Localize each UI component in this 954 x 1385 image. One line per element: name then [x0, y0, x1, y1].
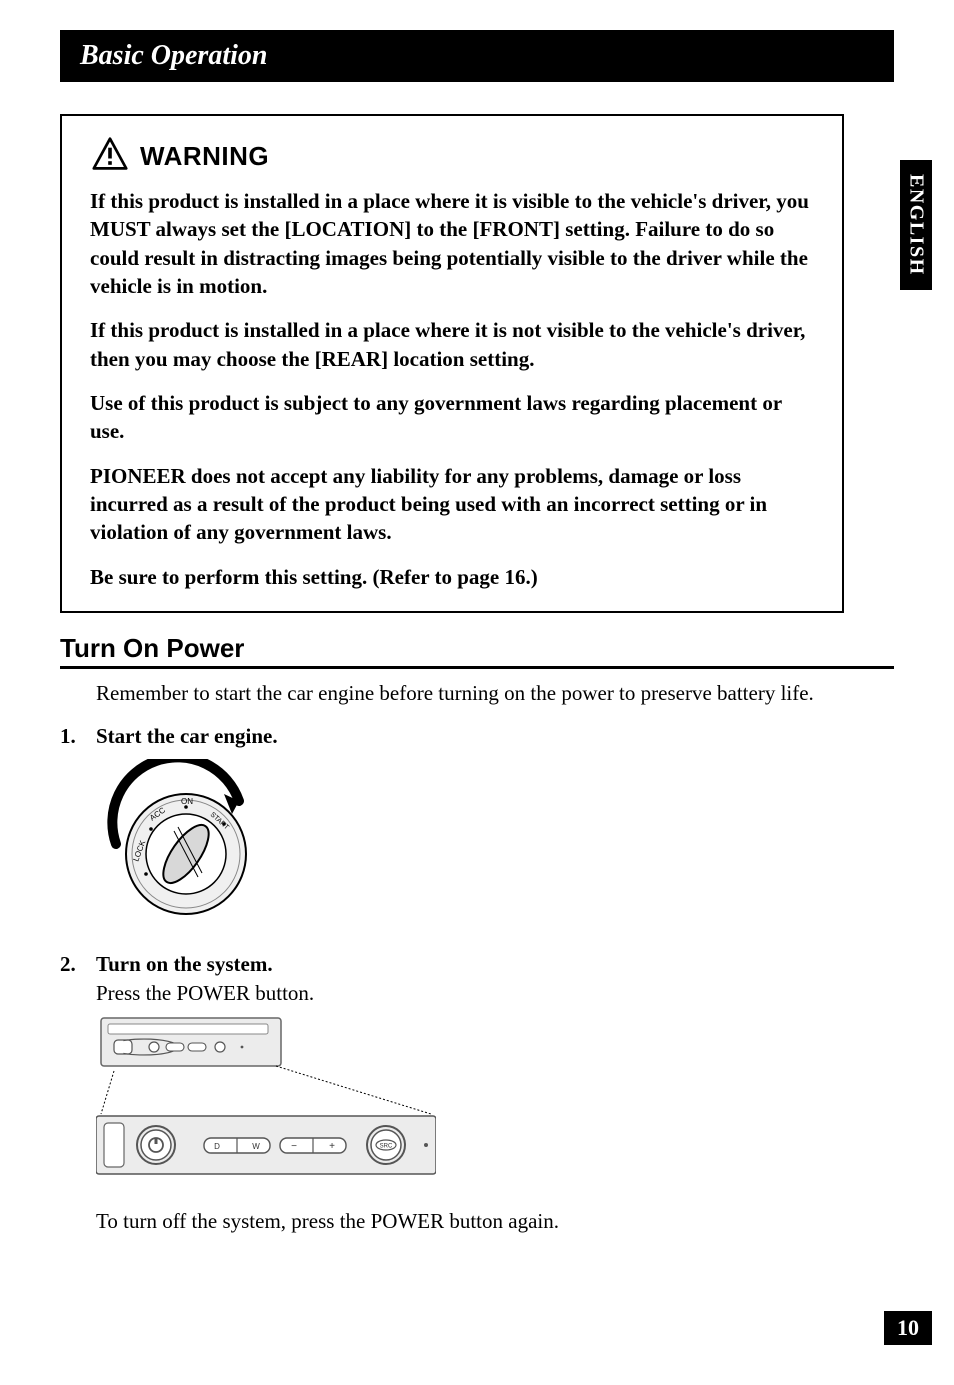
warning-paragraph: PIONEER does not accept any liability fo… — [90, 462, 814, 547]
page-number-text: 10 — [897, 1315, 919, 1341]
step-label: 2. Turn on the system. Press the POWER b… — [60, 952, 894, 1006]
panel-minus-label: − — [291, 1141, 297, 1152]
step-number: 1. — [60, 724, 96, 749]
step-1: 1. Start the car engine. — [60, 724, 894, 749]
panel-src-label: SRC — [380, 1144, 393, 1150]
warning-title-row: WARNING — [90, 136, 814, 177]
warning-paragraph: If this product is installed in a place … — [90, 187, 814, 300]
panel-d-label: D — [214, 1142, 220, 1151]
step-2: 2. Turn on the system. Press the POWER b… — [60, 952, 894, 1006]
subsection-title: Turn On Power — [60, 633, 894, 669]
warning-triangle-icon — [90, 136, 130, 177]
step-title: Turn on the system. — [96, 952, 273, 976]
warning-title: WARNING — [140, 141, 269, 172]
panel-illustration: D W − + SRC — [96, 1016, 954, 1191]
warning-box: WARNING If this product is installed in … — [60, 114, 844, 613]
subsection-intro: Remember to start the car engine before … — [96, 681, 894, 706]
section-header: Basic Operation — [60, 30, 894, 82]
panel-plus-label: + — [329, 1141, 335, 1152]
step-number: 2. — [60, 952, 96, 1006]
warning-paragraph: Use of this product is subject to any go… — [90, 389, 814, 446]
warning-paragraph: If this product is installed in a place … — [90, 316, 814, 373]
step-label: 1. Start the car engine. — [60, 724, 894, 749]
step-subtext: Press the POWER button. — [96, 981, 894, 1006]
language-tab: ENGLISH — [900, 160, 932, 290]
ignition-illustration: LOCK ACC ON START — [96, 759, 954, 934]
warning-paragraph: Be sure to perform this setting. (Refer … — [90, 563, 814, 591]
panel-w-label: W — [252, 1142, 260, 1151]
ignition-on-label: ON — [181, 797, 193, 806]
page-number: 10 — [884, 1311, 932, 1345]
language-tab-text: ENGLISH — [905, 174, 928, 276]
step-title: Start the car engine. — [96, 724, 894, 749]
after-note: To turn off the system, press the POWER … — [96, 1209, 894, 1234]
